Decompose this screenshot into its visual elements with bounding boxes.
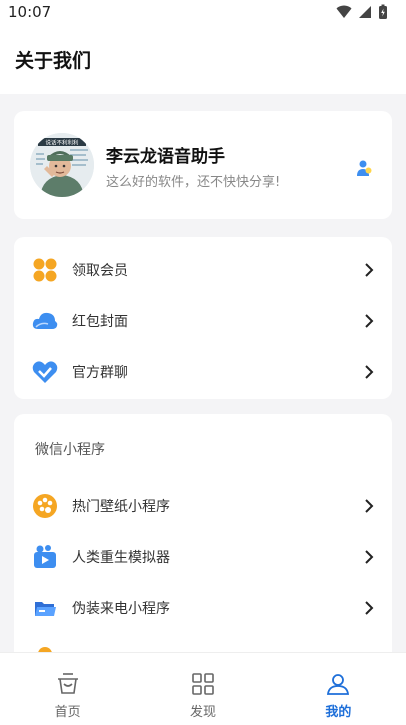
cloud-icon xyxy=(32,312,58,329)
tab-home[interactable]: 首页 xyxy=(0,653,135,725)
menu-item-label: 领取会员 xyxy=(72,263,128,279)
mini-program-label: 热门壁纸小程序 xyxy=(72,499,170,515)
wifi-icon xyxy=(336,5,352,18)
app-profile-card: 说话不利利利 李云龙语音助手 这么好的软件，还不快快分享! xyxy=(14,111,392,219)
section-title: 微信小程序 xyxy=(35,442,105,458)
menu-item-label: 官方群聊 xyxy=(72,365,128,381)
home-basket-icon xyxy=(57,673,78,694)
tab-label: 我的 xyxy=(325,705,352,720)
app-slogan: 这么好的软件，还不快快分享! xyxy=(106,175,281,190)
wallpaper-icon xyxy=(33,494,57,518)
battery-icon xyxy=(379,4,387,19)
share-user-icon[interactable] xyxy=(356,159,372,177)
chevron-right-icon xyxy=(365,601,374,615)
mini-program-label: 人类重生模拟器 xyxy=(72,550,170,566)
folder-icon xyxy=(35,602,56,616)
chevron-right-icon xyxy=(365,263,374,277)
tab-discover[interactable]: 发现 xyxy=(135,653,270,725)
page-title: 关于我们 xyxy=(15,49,92,72)
menu-card: 领取会员 红包封面 官方群聊 xyxy=(14,237,392,399)
avatar-caption: 说话不利利利 xyxy=(45,139,78,147)
chevron-right-icon xyxy=(365,550,374,564)
bottom-tab-bar: 首页 发现 我的 xyxy=(0,652,406,725)
grid-icon xyxy=(192,673,214,695)
page-header: 关于我们 xyxy=(0,24,406,94)
mini-program-rebirth-simulator[interactable]: 人类重生模拟器 xyxy=(14,532,392,582)
tab-label: 发现 xyxy=(189,705,216,720)
mini-programs-card: 微信小程序 热门壁纸小程序 人类重生模拟器 伪装来电小程序 xyxy=(14,414,392,654)
menu-item-red-packet[interactable]: 红包封面 xyxy=(14,296,392,346)
status-time: 10:07 xyxy=(8,3,52,21)
mini-program-label: 伪装来电小程序 xyxy=(72,601,170,617)
status-bar: 10:07 xyxy=(0,0,406,24)
apps-icon xyxy=(33,258,57,282)
app-name: 李云龙语音助手 xyxy=(106,147,225,167)
tab-mine[interactable]: 我的 xyxy=(271,653,406,725)
video-icon xyxy=(34,545,56,568)
chevron-right-icon xyxy=(365,314,374,328)
menu-item-label: 红包封面 xyxy=(72,314,128,330)
menu-item-vip[interactable]: 领取会员 xyxy=(14,245,392,295)
chevron-right-icon xyxy=(365,365,374,379)
heart-chat-icon xyxy=(32,361,58,383)
user-icon xyxy=(327,674,350,695)
mini-program-fake-call[interactable]: 伪装来电小程序 xyxy=(14,583,392,633)
chevron-right-icon xyxy=(365,499,374,513)
mini-program-wallpaper[interactable]: 热门壁纸小程序 xyxy=(14,481,392,531)
menu-item-group-chat[interactable]: 官方群聊 xyxy=(14,347,392,397)
avatar: 说话不利利利 xyxy=(30,133,94,197)
signal-icon xyxy=(359,6,371,18)
status-icons xyxy=(336,4,388,20)
tab-label: 首页 xyxy=(54,705,81,720)
